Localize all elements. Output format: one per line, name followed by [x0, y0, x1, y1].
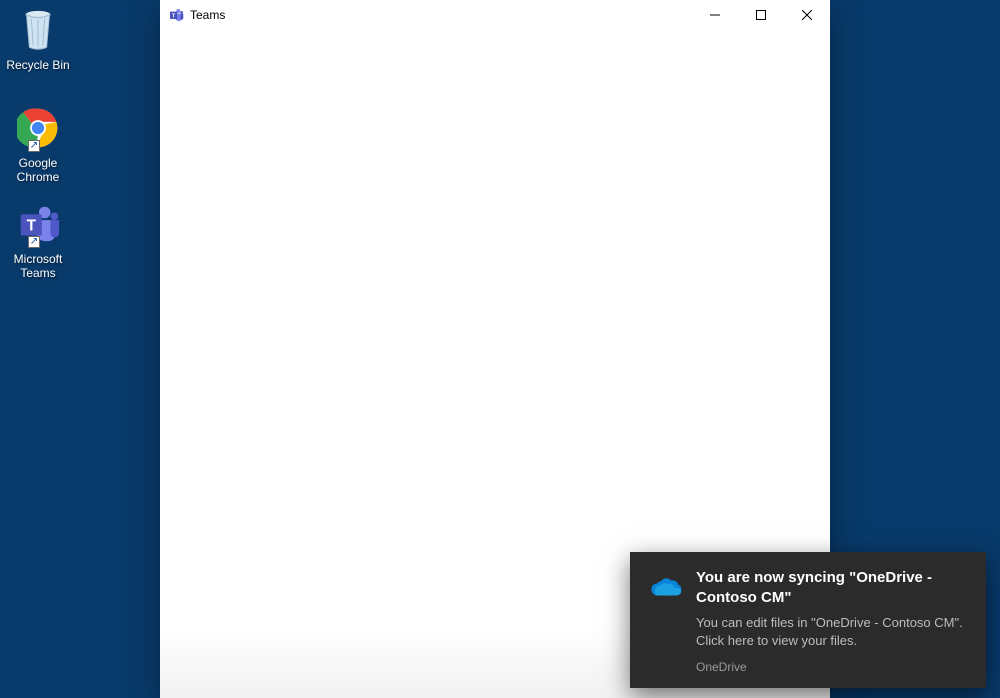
svg-text:T: T	[27, 218, 37, 235]
desktop-icon-recycle-bin[interactable]: Recycle Bin	[0, 6, 76, 72]
close-icon	[802, 10, 812, 20]
teams-icon: T	[168, 7, 184, 23]
desktop-icon-google-chrome[interactable]: ↗ Google Chrome	[0, 104, 76, 184]
shortcut-badge-icon: ↗	[28, 140, 40, 152]
onedrive-cloud-icon	[648, 570, 682, 604]
onedrive-toast[interactable]: You are now syncing "OneDrive - Contoso …	[630, 552, 986, 688]
toast-content: You are now syncing "OneDrive - Contoso …	[696, 568, 968, 674]
maximize-button[interactable]	[738, 0, 784, 30]
desktop-icon-label: Recycle Bin	[0, 58, 76, 72]
close-button[interactable]	[784, 0, 830, 30]
window-title: Teams	[190, 8, 225, 22]
desktop-icon-label: Google Chrome	[0, 156, 76, 184]
toast-title: You are now syncing "OneDrive - Contoso …	[696, 568, 968, 608]
minimize-button[interactable]	[692, 0, 738, 30]
minimize-icon	[710, 10, 720, 20]
desktop-icon-microsoft-teams[interactable]: T ↗ Microsoft Teams	[0, 200, 76, 280]
maximize-icon	[756, 10, 766, 20]
desktop-icon-label: Microsoft Teams	[0, 252, 76, 280]
recycle-bin-icon	[14, 6, 62, 54]
toast-app-name: OneDrive	[696, 660, 968, 674]
toast-body: You can edit files in "OneDrive - Contos…	[696, 614, 968, 650]
window-controls	[692, 0, 830, 30]
window-titlebar[interactable]: T Teams	[160, 0, 830, 30]
shortcut-badge-icon: ↗	[28, 236, 40, 248]
